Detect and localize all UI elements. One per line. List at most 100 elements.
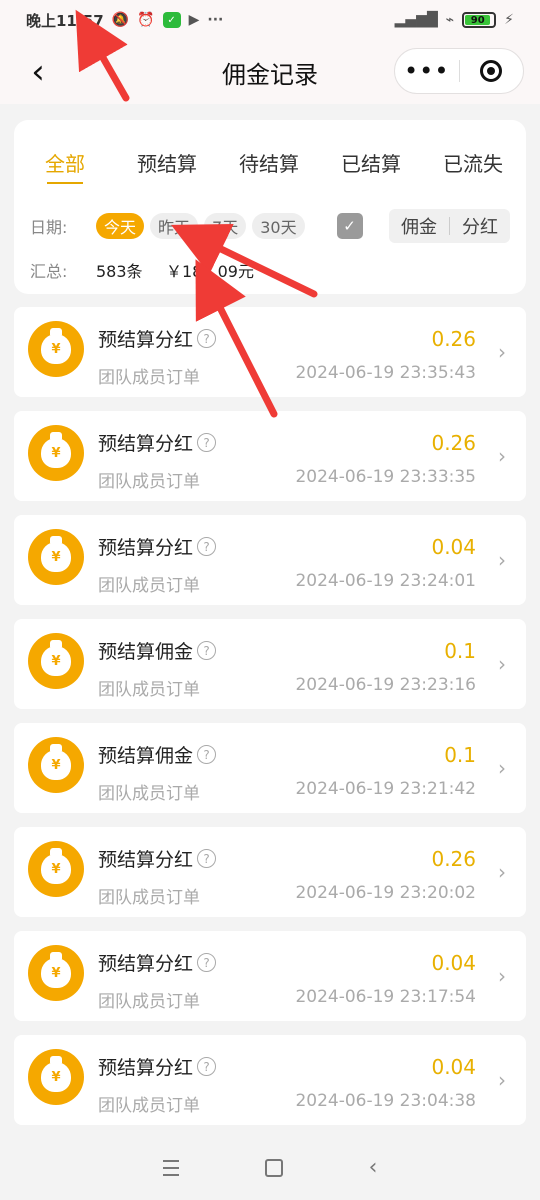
record-row[interactable]: ¥ 预结算佣金? 团队成员订单 0.1 2024-06-19 23:23:16 … xyxy=(14,619,526,709)
alarm-icon: ⏰ xyxy=(137,12,155,28)
chevron-right-icon: › xyxy=(498,340,506,364)
chevron-right-icon: › xyxy=(498,964,506,988)
summary-amount: ￥181.09元 xyxy=(166,262,254,281)
record-title: 预结算分红? xyxy=(98,845,217,872)
summary-count: 583条 xyxy=(96,262,143,281)
record-time: 2024-06-19 23:04:38 xyxy=(295,1091,476,1111)
question-circle-icon[interactable]: ? xyxy=(197,641,217,660)
record-title: 预结算分红? xyxy=(98,949,217,976)
signal-icon: ▂▄▆█ xyxy=(394,12,438,28)
back-button[interactable]: ‹ xyxy=(18,52,58,92)
record-description: 团队成员订单 xyxy=(98,784,200,804)
chevron-right-icon: › xyxy=(498,756,506,780)
type-toggle: 佣金 分红 xyxy=(389,209,510,243)
yuan-icon: ¥ xyxy=(41,328,71,364)
record-title-text: 预结算分红 xyxy=(98,849,194,871)
money-bag-icon: ¥ xyxy=(28,841,84,897)
header: ‹ 佣金记录 ••• xyxy=(0,40,540,104)
record-row[interactable]: ¥ 预结算分红? 团队成员订单 0.04 2024-06-19 23:24:01… xyxy=(14,515,526,605)
wifi-icon: ⌁ xyxy=(445,12,455,28)
question-circle-icon[interactable]: ? xyxy=(197,745,217,764)
type-dividend-button[interactable]: 分红 xyxy=(450,213,510,239)
question-circle-icon[interactable]: ? xyxy=(197,849,217,868)
type-commission-button[interactable]: 佣金 xyxy=(389,213,449,239)
money-bag-icon: ¥ xyxy=(28,425,84,481)
record-description: 团队成员订单 xyxy=(98,680,200,700)
chevron-right-icon: › xyxy=(498,1068,506,1092)
record-amount: 0.26 xyxy=(431,431,476,455)
calendar-check-icon[interactable]: ✓ xyxy=(336,213,363,239)
record-time: 2024-06-19 23:23:16 xyxy=(295,675,476,695)
notification-off-icon: 🔕 xyxy=(111,12,130,28)
tab-all[interactable]: 全部 xyxy=(14,148,116,188)
record-row[interactable]: ¥ 预结算分红? 团队成员订单 0.26 2024-06-19 23:35:43… xyxy=(14,307,526,397)
date-7days-chip[interactable]: 7天 xyxy=(204,213,247,239)
date-today-chip[interactable]: 今天 xyxy=(96,213,145,239)
summary-label: 汇总: xyxy=(30,262,68,281)
back-icon[interactable]: ‹ xyxy=(369,1155,378,1180)
record-time: 2024-06-19 23:21:42 xyxy=(295,779,476,799)
play-icon: ▶ xyxy=(188,12,200,28)
money-bag-icon: ¥ xyxy=(28,945,84,1001)
money-bag-icon: ¥ xyxy=(28,529,84,585)
question-circle-icon[interactable]: ? xyxy=(197,537,217,556)
record-time: 2024-06-19 23:33:35 xyxy=(295,467,476,487)
yuan-icon: ¥ xyxy=(41,640,71,676)
date-30days-chip[interactable]: 30天 xyxy=(252,213,305,239)
record-amount: 0.04 xyxy=(431,535,476,559)
record-title: 预结算分红? xyxy=(98,325,217,352)
tab-pre-settlement[interactable]: 预结算 xyxy=(116,148,218,188)
close-miniapp-button[interactable] xyxy=(460,49,524,93)
question-circle-icon[interactable]: ? xyxy=(197,329,217,348)
chevron-left-icon: ‹ xyxy=(31,52,45,92)
chevron-right-icon: › xyxy=(498,652,506,676)
page-title: 佣金记录 xyxy=(222,60,318,89)
date-label: 日期: xyxy=(30,218,68,237)
record-amount: 0.04 xyxy=(431,951,476,975)
record-title-text: 预结算分红 xyxy=(98,953,194,975)
status-right: ▂▄▆█ ⌁ 90 ⚡ xyxy=(395,12,514,28)
yuan-icon: ¥ xyxy=(41,536,71,572)
money-bag-icon: ¥ xyxy=(28,737,84,793)
record-row[interactable]: ¥ 预结算分红? 团队成员订单 0.04 2024-06-19 23:17:54… xyxy=(14,931,526,1021)
record-amount: 0.1 xyxy=(444,743,476,767)
record-amount: 0.1 xyxy=(444,639,476,663)
record-description: 团队成员订单 xyxy=(98,1096,200,1116)
system-navigation-bar: ‹ xyxy=(0,1135,540,1200)
record-row[interactable]: ¥ 预结算分红? 团队成员订单 0.26 2024-06-19 23:20:02… xyxy=(14,827,526,917)
money-bag-icon: ¥ xyxy=(28,1049,84,1105)
record-description: 团队成员订单 xyxy=(98,472,200,492)
record-amount: 0.26 xyxy=(431,327,476,351)
record-time: 2024-06-19 23:20:02 xyxy=(295,883,476,903)
target-dot xyxy=(487,67,496,75)
question-circle-icon[interactable]: ? xyxy=(197,1057,217,1076)
record-description: 团队成员订单 xyxy=(98,368,200,388)
summary-row: 汇总: 583条 ￥181.09元 xyxy=(30,258,254,282)
record-description: 团队成员订单 xyxy=(98,576,200,596)
record-row[interactable]: ¥ 预结算佣金? 团队成员订单 0.1 2024-06-19 23:21:42 … xyxy=(14,723,526,813)
question-circle-icon[interactable]: ? xyxy=(197,433,217,452)
record-amount: 0.04 xyxy=(431,1055,476,1079)
money-bag-icon: ¥ xyxy=(28,633,84,689)
date-yesterday-chip[interactable]: 昨天 xyxy=(150,213,199,239)
tab-pending-settlement[interactable]: 待结算 xyxy=(218,148,320,188)
chevron-right-icon: › xyxy=(498,444,506,468)
money-bag-icon: ¥ xyxy=(28,321,84,377)
yuan-icon: ¥ xyxy=(41,848,71,884)
yuan-icon: ¥ xyxy=(41,952,71,988)
tab-settled[interactable]: 已结算 xyxy=(320,148,422,188)
record-title: 预结算分红? xyxy=(98,533,217,560)
battery-icon: 90 xyxy=(462,12,497,28)
more-button[interactable]: ••• xyxy=(395,49,459,93)
record-description: 团队成员订单 xyxy=(98,992,200,1012)
home-icon[interactable] xyxy=(264,1158,283,1177)
record-row[interactable]: ¥ 预结算分红? 团队成员订单 0.26 2024-06-19 23:33:35… xyxy=(14,411,526,501)
status-tabs: 全部 预结算 待结算 已结算 已流失 xyxy=(14,148,526,188)
record-row[interactable]: ¥ 预结算分红? 团队成员订单 0.04 2024-06-19 23:04:38… xyxy=(14,1035,526,1125)
menu-icon[interactable] xyxy=(162,1159,179,1176)
tab-lost[interactable]: 已流失 xyxy=(422,148,524,188)
record-title-text: 预结算佣金 xyxy=(98,641,194,663)
miniapp-capsule: ••• xyxy=(394,48,524,94)
record-title-text: 预结算佣金 xyxy=(98,745,194,767)
question-circle-icon[interactable]: ? xyxy=(197,953,217,972)
